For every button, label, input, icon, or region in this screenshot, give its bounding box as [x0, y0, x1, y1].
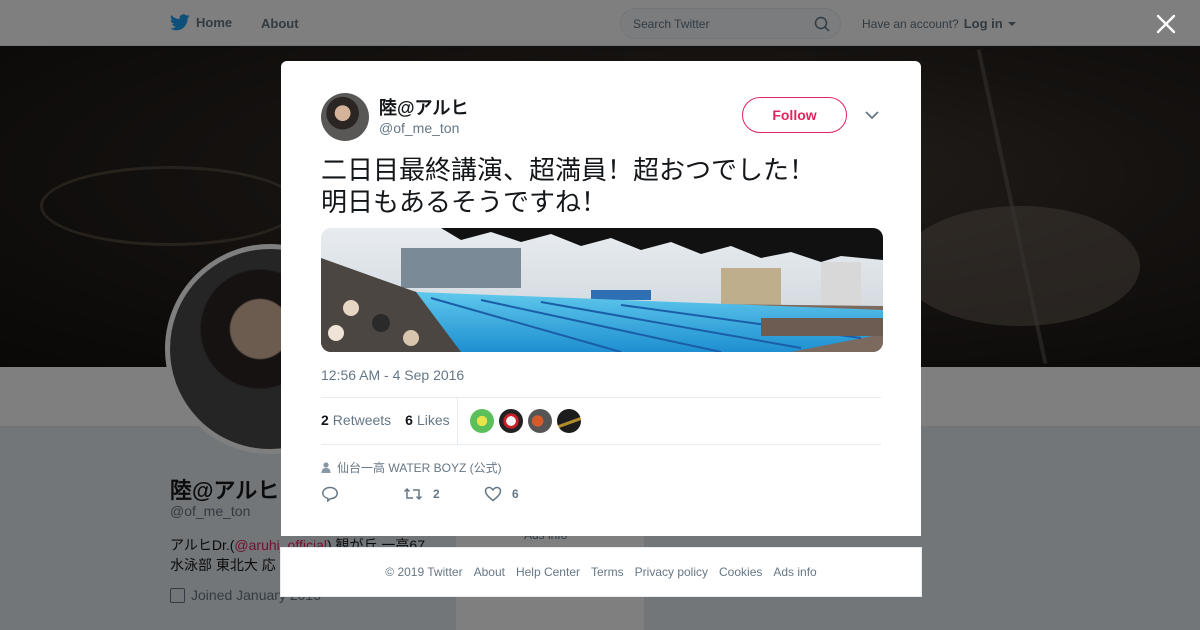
tweet-text: 二日目最終講演、超満員！超おつでした！ 明日もあるそうですね！ [321, 155, 881, 219]
context-label: 仙台一高 WATER BOYZ (公式) [337, 461, 502, 475]
chevron-down-icon[interactable] [864, 109, 880, 121]
footer-link-ads-info[interactable]: Ads info [773, 565, 816, 579]
like-button[interactable]: 6 [484, 486, 519, 502]
liker-avatar[interactable] [470, 409, 494, 433]
retweets-count: 2 [321, 412, 329, 428]
tweet-text-line2: 明日もあるそうですね！ [321, 188, 608, 218]
like-count: 6 [512, 487, 519, 501]
likes-count: 6 [405, 412, 413, 428]
stats-divider [457, 398, 458, 444]
reply-icon [322, 486, 338, 502]
reply-button[interactable] [321, 486, 403, 502]
tweet-stats: 2 Retweets 6 Likes [321, 412, 450, 428]
divider [321, 444, 881, 445]
tweet-author-name[interactable]: 陸@アルヒ [379, 94, 468, 120]
tweet-author-avatar[interactable] [321, 93, 369, 141]
divider [321, 397, 881, 398]
tweet-actions: 2 6 [321, 486, 519, 502]
tweet-author-handle[interactable]: @of_me_ton [379, 120, 459, 136]
likers-avatars [470, 409, 581, 433]
person-icon [321, 462, 331, 473]
footer-copyright: © 2019 Twitter [385, 565, 463, 579]
retweet-count: 2 [433, 487, 440, 501]
retweets-label: Retweets [332, 412, 392, 428]
modal-footer: © 2019 Twitter About Help Center Terms P… [280, 547, 922, 597]
retweet-icon [403, 487, 423, 501]
pool-panorama-image [321, 228, 883, 352]
footer-link-privacy[interactable]: Privacy policy [635, 565, 708, 579]
follow-button[interactable]: Follow [742, 97, 847, 133]
likes-stat[interactable]: 6 Likes [405, 412, 449, 428]
footer-link-cookies[interactable]: Cookies [719, 565, 762, 579]
tweet-text-line1: 二日目最終講演、超満員！超おつでした！ [321, 156, 816, 186]
retweets-stat[interactable]: 2 Retweets [321, 412, 391, 428]
liker-avatar[interactable] [499, 409, 523, 433]
tweet-modal: 陸@アルヒ @of_me_ton Follow 二日目最終講演、超満員！超おつで… [281, 61, 921, 536]
footer-link-help-center[interactable]: Help Center [516, 565, 580, 579]
liker-avatar[interactable] [528, 409, 552, 433]
close-icon[interactable] [1154, 12, 1178, 36]
liker-avatar[interactable] [557, 409, 581, 433]
footer-link-about[interactable]: About [474, 565, 505, 579]
tweet-photo[interactable] [321, 228, 883, 352]
likes-label: Likes [416, 412, 450, 428]
retweet-button[interactable]: 2 [403, 487, 484, 501]
tweet-context[interactable]: 仙台一高 WATER BOYZ (公式) [321, 459, 502, 476]
heart-icon [484, 486, 502, 502]
footer-link-terms[interactable]: Terms [591, 565, 624, 579]
tweet-timestamp[interactable]: 12:56 AM - 4 Sep 2016 [321, 367, 464, 383]
